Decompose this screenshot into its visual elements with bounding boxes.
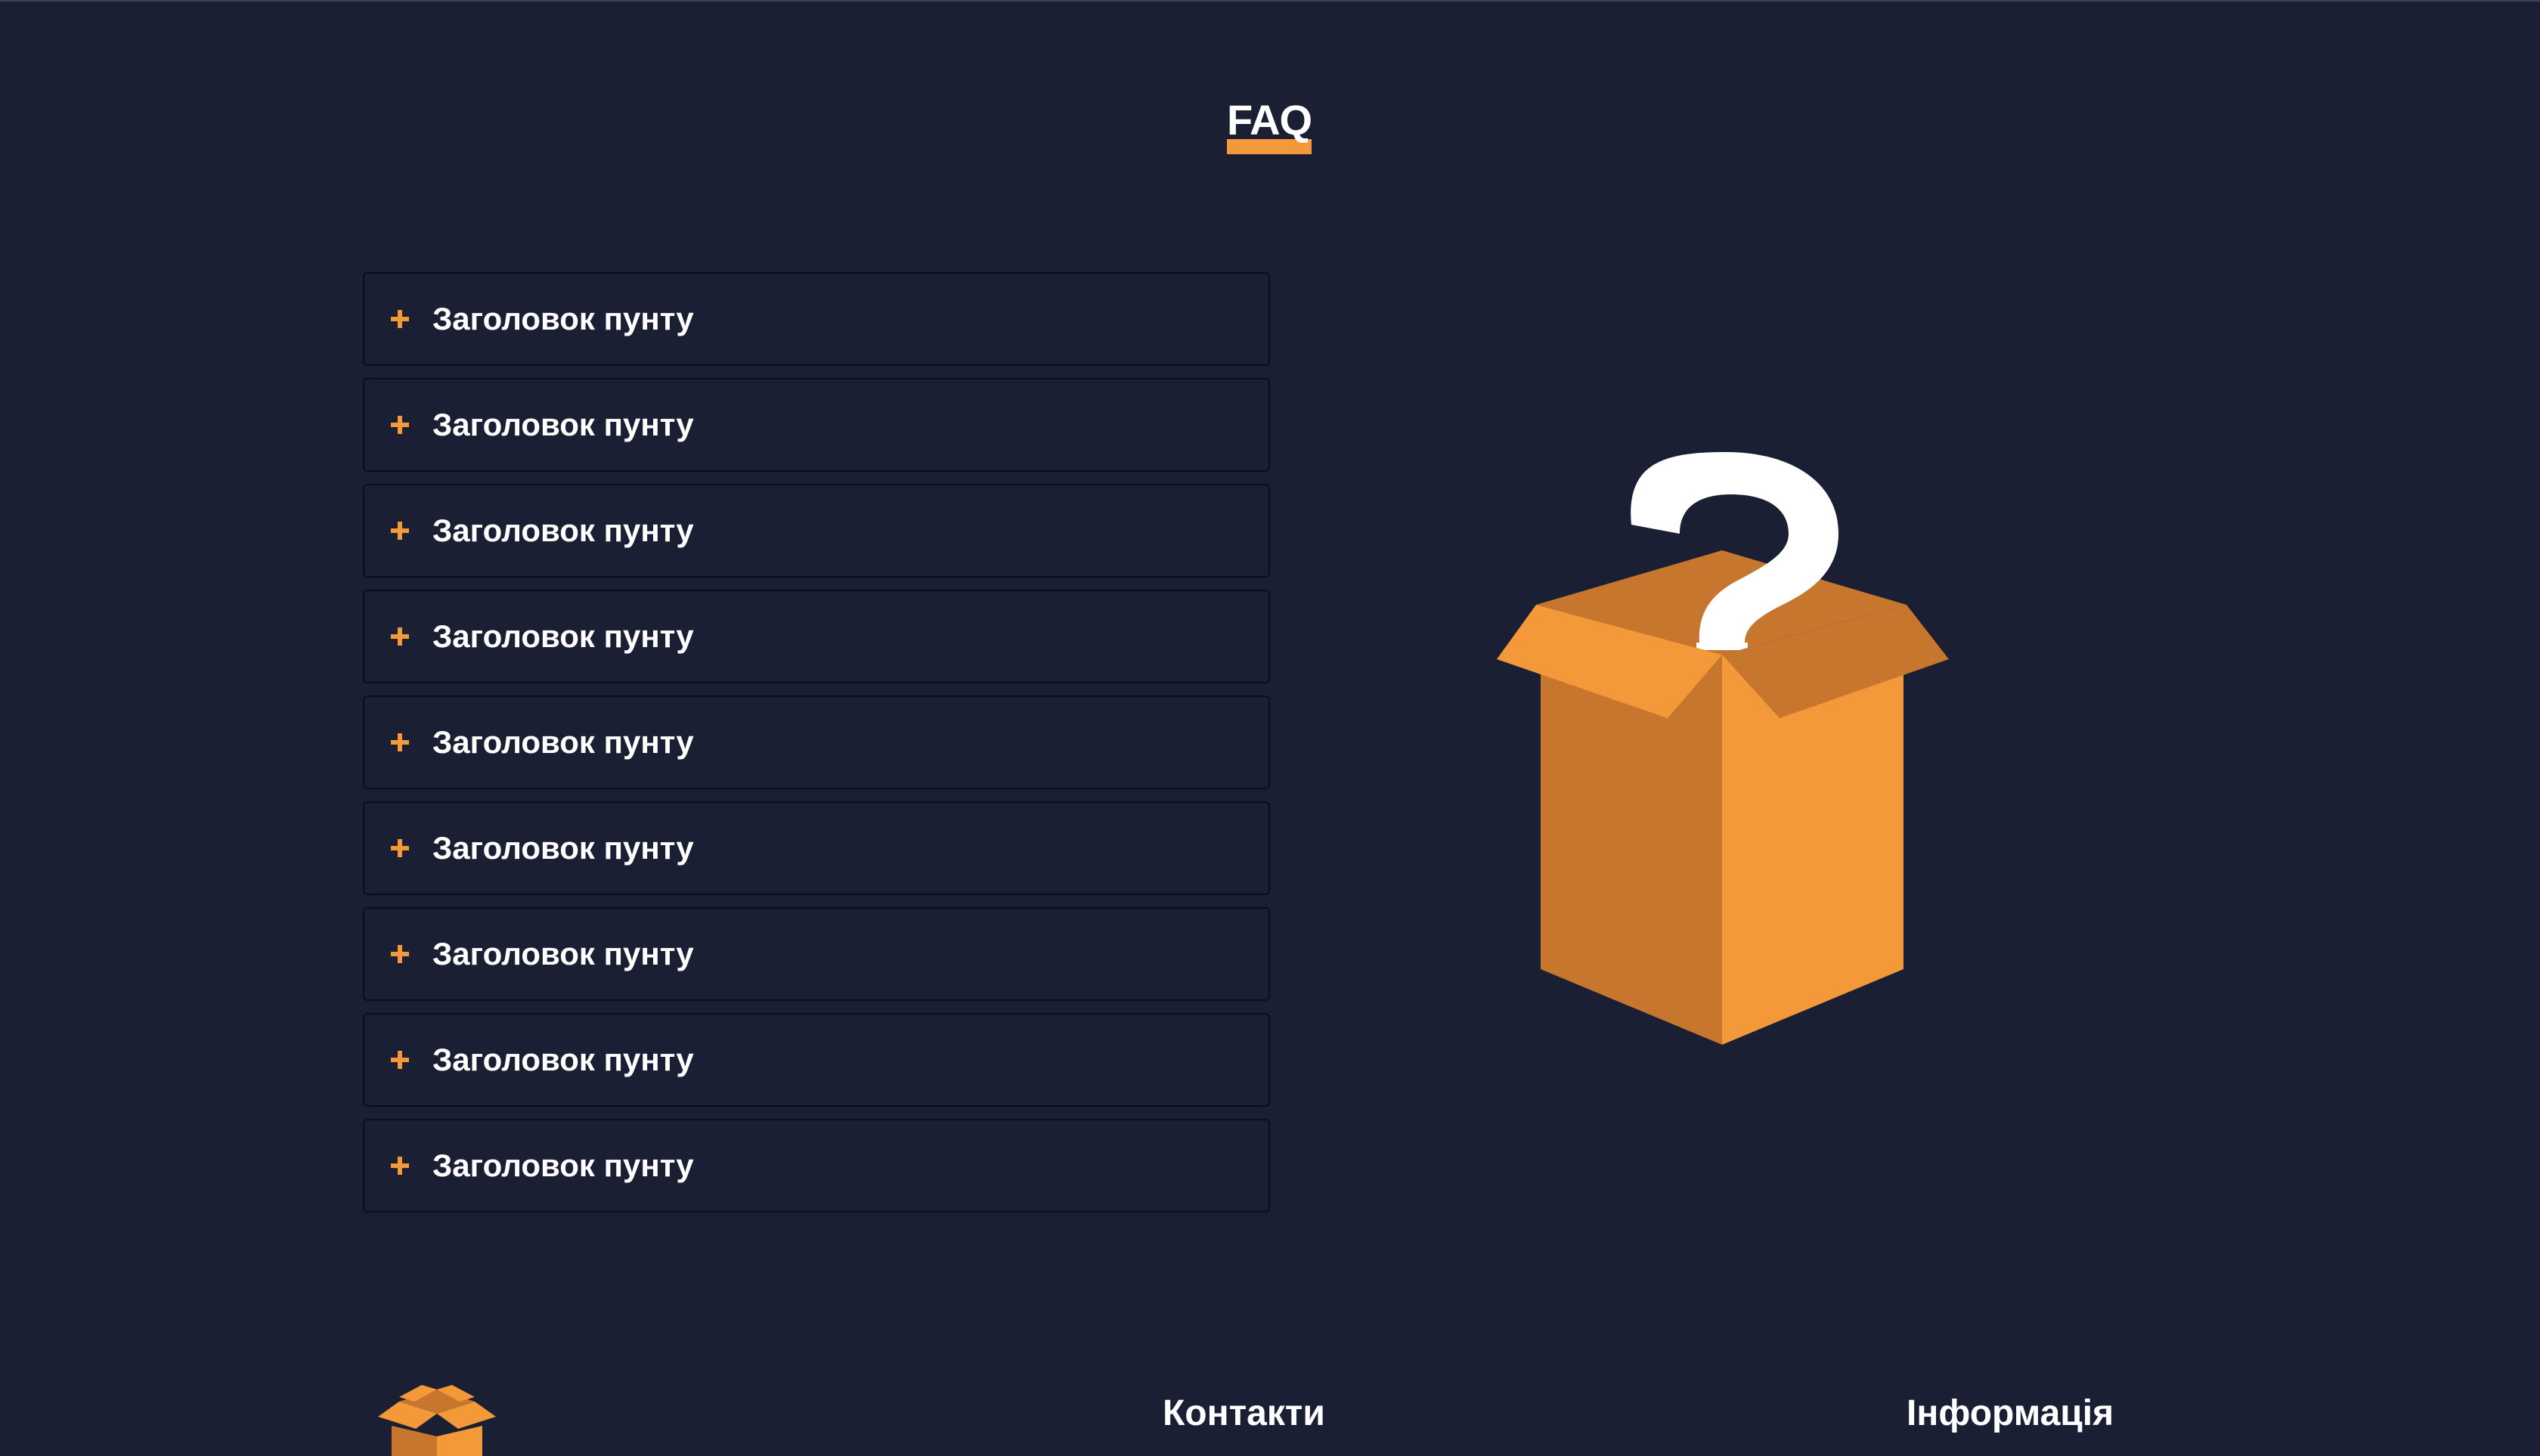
faq-item-7[interactable]: Заголовок пунту <box>363 907 1270 1001</box>
plus-icon <box>391 627 409 646</box>
faq-item-label: Заголовок пунту <box>432 1042 694 1077</box>
faq-item-label: Заголовок пунту <box>432 936 694 971</box>
faq-item-9[interactable]: Заголовок пунту <box>363 1119 1270 1213</box>
faq-item-label: Заголовок пунту <box>432 830 694 866</box>
faq-item-6[interactable]: Заголовок пунту <box>363 801 1270 895</box>
plus-icon <box>391 310 409 328</box>
faq-item-3[interactable]: Заголовок пунту <box>363 484 1270 578</box>
top-divider <box>0 0 2540 2</box>
question-box-icon <box>1497 452 1949 1045</box>
plus-icon <box>391 416 409 434</box>
footer-contacts-heading: Контакти <box>1163 1393 1325 1433</box>
faq-item-label: Заголовок пунту <box>432 618 694 654</box>
faq-accordion: Заголовок пунту Заголовок пунту Заголово… <box>363 272 1270 1225</box>
faq-title: FAQ <box>1227 96 1312 144</box>
faq-item-label: Заголовок пунту <box>432 513 694 548</box>
plus-icon <box>391 522 409 540</box>
plus-icon <box>391 1157 409 1175</box>
faq-item-1[interactable]: Заголовок пунту <box>363 272 1270 366</box>
plus-icon <box>391 945 409 963</box>
faq-item-2[interactable]: Заголовок пунту <box>363 378 1270 472</box>
faq-item-label: Заголовок пунту <box>432 724 694 760</box>
footer-info-heading: Інформація <box>1907 1393 2114 1433</box>
faq-item-label: Заголовок пунту <box>432 407 694 442</box>
faq-item-8[interactable]: Заголовок пунту <box>363 1013 1270 1107</box>
box-logo-icon <box>378 1385 496 1456</box>
plus-icon <box>391 733 409 751</box>
plus-icon <box>391 1051 409 1069</box>
plus-icon <box>391 839 409 857</box>
faq-item-label: Заголовок пунту <box>432 1148 694 1183</box>
faq-item-5[interactable]: Заголовок пунту <box>363 695 1270 789</box>
faq-item-4[interactable]: Заголовок пунту <box>363 590 1270 683</box>
faq-item-label: Заголовок пунту <box>432 301 694 336</box>
